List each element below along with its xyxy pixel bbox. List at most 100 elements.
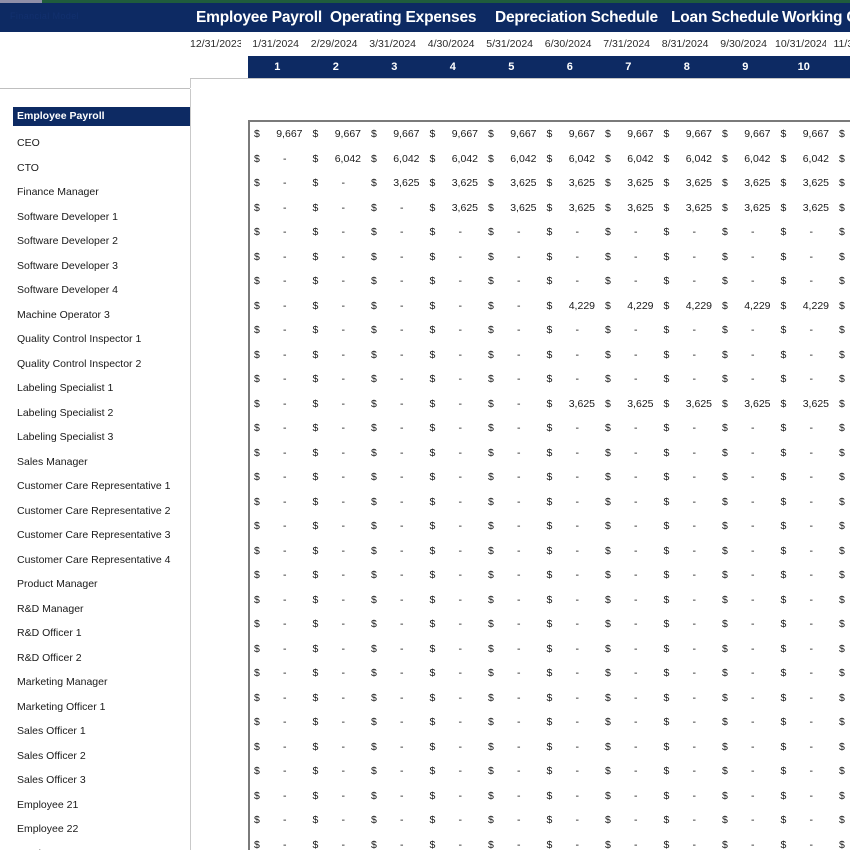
table-cell[interactable]: $3,625: [777, 392, 836, 417]
table-cell[interactable]: $-: [660, 563, 719, 588]
table-cell[interactable]: $-: [367, 735, 426, 760]
table-cell[interactable]: $-: [601, 220, 660, 245]
table-cell[interactable]: $-: [777, 465, 836, 490]
table-row[interactable]: $-$-$-$-$-$-$-$-$-$-$-: [250, 735, 850, 760]
table-cell[interactable]: $-: [543, 367, 602, 392]
table-cell[interactable]: $9,667: [718, 122, 777, 147]
table-cell[interactable]: $-: [250, 637, 309, 662]
row-label[interactable]: Software Developer 4: [17, 278, 118, 303]
table-cell[interactable]: $-: [367, 686, 426, 711]
table-cell[interactable]: $-: [426, 588, 485, 613]
table-cell[interactable]: $-: [543, 465, 602, 490]
table-cell[interactable]: $-: [543, 441, 602, 466]
row-label[interactable]: Employee 23: [17, 842, 78, 850]
table-cell[interactable]: $-: [426, 392, 485, 417]
table-cell[interactable]: $3,625: [601, 171, 660, 196]
table-cell[interactable]: $-: [601, 269, 660, 294]
table-cell[interactable]: $-: [718, 808, 777, 833]
table-cell[interactable]: $-: [777, 833, 836, 850]
row-label[interactable]: Labeling Specialist 2: [17, 401, 113, 426]
table-cell[interactable]: $-: [718, 220, 777, 245]
table-cell[interactable]: $-: [367, 416, 426, 441]
table-cell[interactable]: $-: [543, 563, 602, 588]
table-cell[interactable]: $-: [250, 416, 309, 441]
table-cell[interactable]: $-: [543, 759, 602, 784]
table-cell[interactable]: $-: [543, 318, 602, 343]
table-row[interactable]: $-$-$-$-$-$-$-$-$-$-$-: [250, 637, 850, 662]
table-cell[interactable]: $-: [426, 294, 485, 319]
table-cell[interactable]: $3,625: [601, 196, 660, 221]
table-cell[interactable]: $-: [367, 318, 426, 343]
table-cell[interactable]: $-: [250, 710, 309, 735]
row-label[interactable]: Software Developer 1: [17, 205, 118, 230]
table-cell[interactable]: $-: [718, 465, 777, 490]
table-cell[interactable]: $-: [250, 490, 309, 515]
table-cell[interactable]: $-: [367, 637, 426, 662]
table-cell[interactable]: $-: [660, 759, 719, 784]
table-cell[interactable]: $-: [426, 563, 485, 588]
table-cell[interactable]: $-: [777, 490, 836, 515]
table-cell[interactable]: $-: [777, 367, 836, 392]
table-row[interactable]: $-$6,042$6,042$6,042$6,042$6,042$6,042$6…: [250, 147, 850, 172]
table-cell[interactable]: $-: [426, 784, 485, 809]
table-cell[interactable]: $-: [601, 367, 660, 392]
table-cell[interactable]: $-: [367, 392, 426, 417]
row-label[interactable]: R&D Officer 1: [17, 621, 82, 646]
row-label[interactable]: Customer Care Representative 3: [17, 523, 171, 548]
table-cell[interactable]: $-: [660, 343, 719, 368]
table-cell[interactable]: $9,667: [601, 122, 660, 147]
table-cell[interactable]: $-: [484, 490, 543, 515]
table-cell[interactable]: $-: [426, 318, 485, 343]
row-label[interactable]: Sales Officer 1: [17, 719, 86, 744]
table-cell[interactable]: $-: [601, 759, 660, 784]
table-cell[interactable]: $-: [660, 490, 719, 515]
table-cell[interactable]: $-: [543, 784, 602, 809]
table-cell[interactable]: $-: [250, 661, 309, 686]
table-cell[interactable]: $-: [835, 710, 850, 735]
table-cell[interactable]: $3,625: [601, 392, 660, 417]
row-label[interactable]: Labeling Specialist 3: [17, 425, 113, 450]
table-cell[interactable]: $-: [660, 441, 719, 466]
table-cell[interactable]: $-: [309, 392, 368, 417]
table-cell[interactable]: $-: [367, 808, 426, 833]
table-cell[interactable]: $-: [309, 294, 368, 319]
table-cell[interactable]: $9,667: [835, 122, 850, 147]
table-cell[interactable]: $-: [777, 588, 836, 613]
table-cell[interactable]: $3,625: [660, 171, 719, 196]
table-cell[interactable]: $-: [835, 539, 850, 564]
table-cell[interactable]: $-: [309, 759, 368, 784]
table-cell[interactable]: $3,625: [484, 171, 543, 196]
table-cell[interactable]: $-: [250, 612, 309, 637]
table-cell[interactable]: $-: [543, 269, 602, 294]
table-row[interactable]: $9,667$9,667$9,667$9,667$9,667$9,667$9,6…: [250, 122, 850, 147]
table-cell[interactable]: $9,667: [543, 122, 602, 147]
table-cell[interactable]: $-: [660, 710, 719, 735]
table-cell[interactable]: $-: [601, 490, 660, 515]
table-cell[interactable]: $-: [426, 735, 485, 760]
table-cell[interactable]: $-: [835, 318, 850, 343]
table-cell[interactable]: $3,625: [718, 171, 777, 196]
table-cell[interactable]: $3,625: [426, 171, 485, 196]
row-label[interactable]: Software Developer 2: [17, 229, 118, 254]
table-cell[interactable]: $-: [484, 465, 543, 490]
table-cell[interactable]: $-: [835, 833, 850, 850]
table-cell[interactable]: $-: [835, 784, 850, 809]
table-cell[interactable]: $-: [543, 808, 602, 833]
table-cell[interactable]: $-: [426, 833, 485, 850]
table-cell[interactable]: $-: [835, 686, 850, 711]
table-cell[interactable]: $-: [309, 441, 368, 466]
table-cell[interactable]: $-: [718, 637, 777, 662]
table-cell[interactable]: $-: [660, 686, 719, 711]
table-cell[interactable]: $-: [367, 441, 426, 466]
table-cell[interactable]: $-: [777, 686, 836, 711]
table-cell[interactable]: $-: [835, 759, 850, 784]
table-cell[interactable]: $-: [660, 735, 719, 760]
table-row[interactable]: $-$-$-$-$-$-$-$-$-$-$-: [250, 661, 850, 686]
table-cell[interactable]: $9,667: [250, 122, 309, 147]
row-label[interactable]: CTO: [17, 156, 39, 181]
table-cell[interactable]: $-: [250, 171, 309, 196]
table-cell[interactable]: $-: [543, 539, 602, 564]
table-cell[interactable]: $-: [777, 563, 836, 588]
table-cell[interactable]: $-: [309, 465, 368, 490]
table-cell[interactable]: $-: [250, 220, 309, 245]
